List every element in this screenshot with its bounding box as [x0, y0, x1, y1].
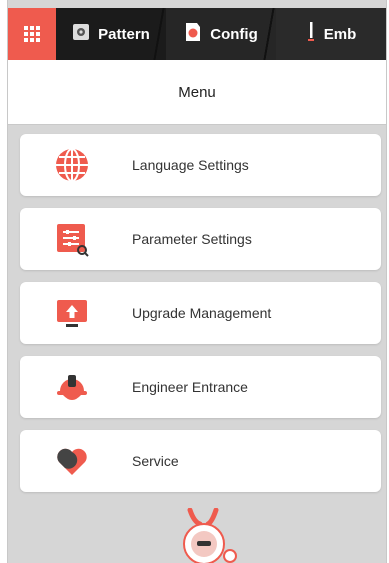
mascot-icon: [168, 507, 248, 563]
tab-divider: [152, 8, 166, 60]
tab-pattern-label: Pattern: [98, 25, 150, 43]
tab-divider: [262, 8, 276, 60]
grid-icon: [24, 26, 40, 42]
page-title: Menu: [178, 83, 216, 101]
menu-item-upgrade-management[interactable]: Upgrade Management: [20, 282, 381, 344]
needle-icon: [306, 21, 316, 47]
top-tab-bar: Pattern Config Emb: [8, 8, 386, 60]
globe-icon: [52, 145, 92, 185]
menu-item-label: Upgrade Management: [132, 305, 272, 321]
tab-emb[interactable]: Emb: [276, 8, 386, 60]
tab-emb-label: Emb: [323, 25, 357, 43]
menu-item-label: Language Settings: [132, 157, 249, 173]
menu-item-parameter-settings[interactable]: Parameter Settings: [20, 208, 381, 270]
page-header: Menu: [8, 60, 386, 125]
config-icon: [184, 22, 202, 46]
menu-item-language-settings[interactable]: Language Settings: [20, 134, 381, 196]
tab-home[interactable]: [8, 8, 56, 60]
tab-config-label: Config: [210, 25, 258, 43]
heart-icon: [52, 441, 92, 481]
hard-hat-icon: [52, 367, 92, 407]
menu-item-label: Service: [132, 453, 179, 469]
menu-item-service[interactable]: Service: [20, 430, 381, 492]
menu-item-label: Parameter Settings: [132, 231, 252, 247]
menu-item-label: Engineer Entrance: [132, 379, 248, 395]
tab-pattern[interactable]: Pattern: [56, 8, 166, 60]
tab-config[interactable]: Config: [166, 8, 276, 60]
app-frame: Pattern Config Emb Menu Language Setting…: [7, 0, 387, 563]
menu-item-engineer-entrance[interactable]: Engineer Entrance: [20, 356, 381, 418]
upgrade-icon: [52, 293, 92, 333]
menu-list: Language Settings Parameter Settings Upg…: [20, 134, 381, 504]
pattern-icon: [72, 23, 90, 45]
parameter-icon: [52, 219, 92, 259]
